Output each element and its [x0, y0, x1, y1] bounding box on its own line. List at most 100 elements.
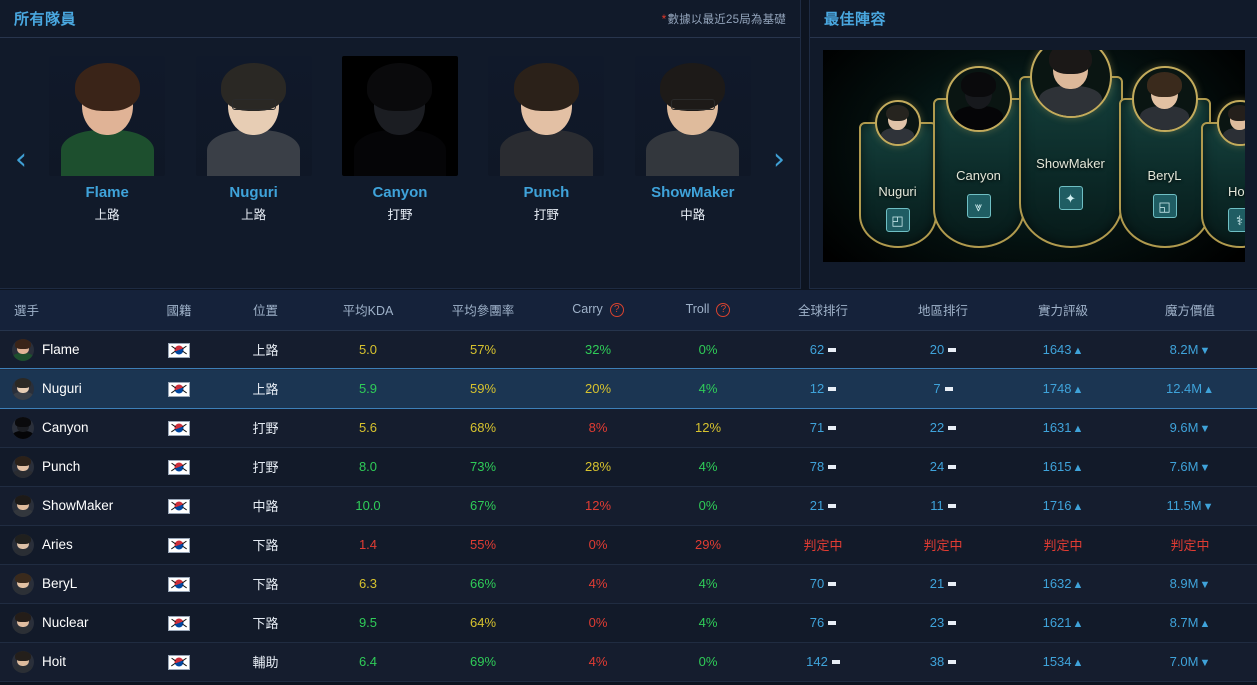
- lineup-banner[interactable]: ShowMaker ✦: [1018, 50, 1123, 248]
- table-row[interactable]: Nuclear 下路 9.5 64% 0% 4% 76 23 1621▲ 8.7M▲: [0, 603, 1257, 643]
- rating-value: 1643: [1042, 342, 1072, 357]
- cell-region: 7: [883, 369, 1003, 409]
- cell-troll: 4%: [653, 369, 763, 409]
- global-value: 62: [809, 342, 825, 357]
- player-name: Hoit: [42, 654, 67, 669]
- cell-rating: 1748▲: [1003, 369, 1123, 409]
- global-value: 76: [809, 615, 825, 630]
- carry-value: 4%: [588, 654, 608, 669]
- global-value: 12: [809, 381, 825, 396]
- column-header-player[interactable]: 選手: [0, 290, 140, 331]
- lineup-banner[interactable]: Canyon ⩔: [932, 66, 1025, 248]
- column-label: 平均KDA: [342, 304, 394, 319]
- table-row[interactable]: Nuguri 上路 5.9 59% 20% 4% 12 7 1748▲ 12.4M▲: [0, 368, 1257, 409]
- table-row[interactable]: BeryL 下路 6.3 66% 4% 4% 70 21 1632▲ 8.9M▼: [0, 564, 1257, 604]
- carousel-next-icon[interactable]: ›: [764, 142, 794, 178]
- trend-up-icon: ▲: [1072, 384, 1084, 396]
- pos-value: 下路: [252, 616, 279, 631]
- cell-player: Flame: [0, 330, 140, 370]
- cell-value: 11.5M▼: [1123, 486, 1257, 526]
- lineup-banner[interactable]: Nuguri ◰: [858, 100, 937, 248]
- table-row[interactable]: Aries 下路 1.4 55% 0% 29% 判定中 判定中 判定中 判定中: [0, 525, 1257, 565]
- player-name: Canyon: [42, 420, 89, 435]
- column-header-region[interactable]: 地區排行: [883, 290, 1003, 331]
- troll-value: 0%: [698, 342, 718, 357]
- kp-value: 57%: [469, 342, 497, 357]
- player-card-name: Nuguri: [229, 184, 278, 201]
- column-header-kda[interactable]: 平均KDA: [313, 290, 423, 331]
- data-basis-note: *數據以最近25局為基礎: [662, 11, 786, 27]
- cell-global: 62: [763, 330, 883, 370]
- cell-kp: 64%: [423, 603, 543, 643]
- avatar: [12, 572, 34, 595]
- column-header-value[interactable]: 魔方價值: [1123, 290, 1257, 331]
- cell-region: 24: [883, 447, 1003, 487]
- column-label: 魔方價值: [1164, 304, 1215, 319]
- cell-region: 21: [883, 564, 1003, 604]
- cell-pos: 中路: [218, 486, 313, 526]
- lineup-player-name: Canyon: [956, 168, 1001, 183]
- pos-value: 上路: [252, 343, 279, 358]
- player-card[interactable]: Canyon 打野: [333, 56, 467, 223]
- table-row[interactable]: ShowMaker 中路 10.0 67% 12% 0% 21 11 1716▲ 11.5M▼: [0, 486, 1257, 526]
- page-root: 所有隊員 *數據以最近25局為基礎 ‹ Flame 上路 Nuguri 上路 Canyo…: [0, 0, 1257, 685]
- player-card[interactable]: ShowMaker 中路: [626, 56, 760, 223]
- trend-flat-icon: [944, 387, 953, 391]
- kda-value: 9.5: [358, 615, 378, 630]
- cell-player: Nuguri: [0, 369, 140, 409]
- pos-value: 上路: [252, 382, 279, 397]
- trend-flat-icon: [831, 660, 840, 664]
- kp-value: 55%: [469, 537, 497, 552]
- trend-flat-icon: [948, 660, 957, 664]
- trend-flat-icon: [948, 621, 957, 625]
- table-body: Flame 上路 5.0 57% 32% 0% 62 20 1643▲ 8.2M▼ Nuguri 上路…: [0, 330, 1257, 682]
- trend-down-icon: ▼: [1199, 579, 1211, 591]
- player-card[interactable]: Punch 打野: [479, 56, 613, 223]
- lineup-banner[interactable]: Hoit ⚕: [1200, 100, 1245, 248]
- carry-value: 4%: [588, 576, 608, 591]
- carousel-prev-icon[interactable]: ‹: [6, 142, 36, 178]
- column-label: Troll: [685, 302, 710, 317]
- cell-carry: 0%: [543, 525, 653, 565]
- cell-region: 23: [883, 603, 1003, 643]
- table-row[interactable]: Punch 打野 8.0 73% 28% 4% 78 24 1615▲ 7.6M▼: [0, 447, 1257, 487]
- cell-region: 判定中: [883, 525, 1003, 565]
- help-icon-carry[interactable]: ?: [609, 303, 624, 318]
- column-header-rating[interactable]: 實力評級: [1003, 290, 1123, 331]
- player-card-role: 打野: [387, 208, 413, 222]
- column-header-troll[interactable]: Troll?: [653, 290, 763, 331]
- column-header-pos[interactable]: 位置: [218, 290, 313, 331]
- region-value: 11: [930, 498, 944, 513]
- avatar: [12, 416, 34, 439]
- help-icon-troll[interactable]: ?: [716, 303, 731, 318]
- column-header-kp[interactable]: 平均參團率: [423, 290, 543, 331]
- best-lineup-graphic: Nuguri ◰ Canyon ⩔ ShowMaker ✦ BeryL ◱ Hoit ⚕: [822, 50, 1245, 262]
- cell-carry: 0%: [543, 603, 653, 643]
- rating-value: 1632: [1042, 576, 1072, 591]
- table-row[interactable]: Canyon 打野 5.6 68% 8% 12% 71 22 1631▲ 9.6M▼: [0, 408, 1257, 448]
- cell-troll: 0%: [653, 330, 763, 370]
- column-label: 位置: [252, 304, 278, 319]
- kp-value: 73%: [469, 459, 497, 474]
- player-card[interactable]: Flame 上路: [40, 56, 174, 223]
- player-name: Aries: [42, 537, 73, 552]
- column-header-country[interactable]: 國籍: [140, 290, 218, 331]
- player-card-name: Flame: [85, 184, 129, 201]
- lineup-banner[interactable]: BeryL ◱: [1118, 66, 1211, 248]
- table-row[interactable]: Flame 上路 5.0 57% 32% 0% 62 20 1643▲ 8.2M▼: [0, 330, 1257, 370]
- lineup-player-name: Nuguri: [878, 184, 917, 199]
- top-section: 所有隊員 *數據以最近25局為基礎 ‹ Flame 上路 Nuguri 上路 Canyo…: [0, 0, 1257, 290]
- column-header-carry[interactable]: Carry?: [543, 290, 653, 331]
- region-value: 22: [929, 420, 945, 435]
- table-row[interactable]: Hoit 輔助 6.4 69% 4% 0% 142 38 1534▲ 7.0M▼: [0, 642, 1257, 682]
- player-card[interactable]: Nuguri 上路: [187, 56, 321, 223]
- column-header-global[interactable]: 全球排行: [763, 290, 883, 331]
- trend-flat-icon: [948, 465, 957, 469]
- trend-flat-icon: [948, 582, 957, 586]
- trend-down-icon: ▼: [1202, 501, 1214, 513]
- cell-global: 78: [763, 447, 883, 487]
- kda-value: 6.3: [358, 576, 378, 591]
- player-photo: [49, 56, 166, 176]
- cell-carry: 28%: [543, 447, 653, 487]
- avatar: [12, 455, 34, 478]
